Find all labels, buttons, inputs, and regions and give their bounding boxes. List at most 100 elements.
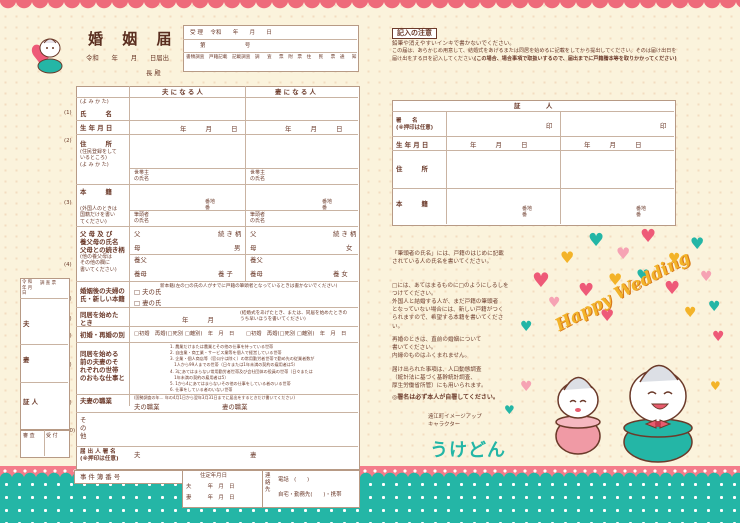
witness1-birth: 年 月 日 [470,141,528,149]
reception-date: 受 理 令和 年 月 日 [190,30,272,36]
side-note-2: □には、あてはまるものに□のようにしるしを つけてください。 外国人と結婚する人… [392,283,509,330]
wife-resident: 妻 年 月 日 [186,495,235,501]
work-items: 1. 農業だけまたは農業とその他の仕事を持っている世帯 2. 自由業・商工業・サー… [170,344,314,393]
bottom-teal-band [0,471,740,523]
wife-prev[interactable]: □初婚 再婚(□死別 □離別) 年 月 日 [246,331,346,338]
reception-number: 第 号 [200,43,251,49]
husband-prev[interactable]: □初婚 再婚(□死別 □離別) 年 月 日 [134,331,234,338]
husband-birth: 年 月 日 [180,125,238,133]
husband-mother: 母 [134,244,141,252]
husband-signature[interactable]: 夫 [134,451,140,459]
row-number: (4) [64,262,72,268]
new-name-label: 婚姻後の夫婦の 氏・新しい本籍 [80,287,125,303]
witness-title: 証 人 [514,102,553,110]
address-sub: (住民登録をして いるところ) (よ み か た) [80,149,117,168]
mascot-illustration [520,330,730,470]
heart-icon: ♥ [548,295,561,311]
row-number: (1) [64,110,72,116]
wife-adopt-daughter: 養 女 [333,270,348,278]
case-number-label: 事 件 簿 番 号 [80,473,121,481]
mascot-tagline: 遠江町イメージアップ キャラクター [428,414,482,428]
heart-icon: ♥ [560,248,575,267]
husband-rel: 続 き 柄 [218,230,242,238]
honseki-sub: (外国人のときは 国籍だけを書い てください) [80,206,117,225]
furigana-label: (よ み か た) [80,99,109,105]
wife-hittou: 筆頭者 の氏名 [250,212,266,225]
review-label: 審 査 [23,433,35,439]
new-name-options[interactable]: □ 夫の氏 □ 妻の氏 [134,287,161,309]
phone-type: 自宅・勤務先( )・携帯 [278,492,342,498]
husband-job: 夫の職業 [134,403,160,411]
form-title: 婚 姻 届 [88,30,179,48]
new-name-note: 新本籍(左の□の氏の人がすでに戸籍の筆頭者となっているときは書かないでください) [160,284,338,289]
husband-adopt-son: 養 子 [218,270,233,278]
heart-icon: ♥ [684,305,697,321]
heart-icon: ♥ [532,268,550,292]
witness1-banchi: 番地 番 [522,206,533,219]
side-note-3: 再婚のときは、直前の婚姻について 書いてください。 内縁のものはふくまれません。 [392,337,482,360]
witness-honseki-label: 本 籍 [396,200,428,208]
contact-label: 連 絡 先 [265,473,271,493]
resident-date-label: 住定年月日 [200,473,227,479]
work-item: 4. 3にあてはまらない常用勤労者世帯及び会社団体の役員の世帯（日々または [170,368,313,374]
work-item: 6. 仕事をしている者のいない世帯 [170,386,233,392]
husband-householder: 世帯主 の氏名 [134,170,150,183]
survey-header: 令 和 年 月 日 [22,280,33,296]
work-item: 1人から99人までの世帯（日々または1年未満の契約の雇用者は5） [170,362,298,368]
job-note: (国勢調査の年… 年の4月1日から翌年3月31日までに届出をするときだけ書いてく… [134,395,295,400]
witness-address-label: 住 所 [396,165,428,173]
wife-adopt-mother: 養母 [250,270,263,278]
husband-adopt-mother: 養母 [134,270,147,278]
wife-mother: 母 [250,244,257,252]
notice-line-2: この届は、あらかじめ用意して、結婚式をあげるまたは同居を始めるに記載をしてから提… [392,48,677,54]
row-number: (2) [64,138,72,144]
witness2-banchi: 番地 番 [636,206,647,219]
heart-icon: ♥ [616,244,631,263]
wife-rel: 続 き 柄 [333,230,357,238]
survey-sidebar [20,278,70,430]
heart-icon: ♥ [700,269,713,285]
parents-label: 父 母 及 び 養父母の氏名 父母との続き柄 [80,230,125,254]
husband-adopt-father: 養父 [134,256,147,264]
cohabit-value: 年 月 [182,316,214,324]
side-note-1: 「筆頭者の氏名」には、戸籍のはじめに記載 されている人の氏名を書いてください。 [392,251,504,266]
name-label: 氏 名 [80,110,112,118]
contact-box [262,470,360,508]
survey-label: 調 査 票 [40,281,56,286]
husband-father: 父 [134,230,141,238]
row-number: (3) [64,200,72,206]
witness-birth-label: 生 年 月 日 [396,141,429,149]
job-label: 夫妻の職業 [80,397,112,405]
heart-icon: ♥ [708,299,721,315]
cohabit-label: 同居を始めた とき [80,311,119,327]
notice-line-4: (この場合、場合事項で取扱いするので、届出までに戸籍謄本等を取りかかってください… [474,56,677,62]
top-scallop-border [0,0,740,16]
cohabit-note: (結婚式をあげたとき、または、同居を始めたときの うち早いほうを書いてください) [240,311,348,322]
heart-icon: ♥ [504,403,515,417]
witness-box [392,100,676,226]
honseki-label: 本 籍 [80,188,112,196]
survey-wife: 妻 [23,356,30,364]
husband-resident: 夫 年 月 日 [186,484,235,490]
phone-label: 電話 ( ) [278,477,310,483]
heart-icon: ♥ [664,278,681,299]
signature-label: 届 出 人 署 名 (※押印は任意) [80,449,119,462]
witness2-seal: 印 [660,122,667,130]
survey-husband: 夫 [23,320,30,328]
wife-header: 妻 に な る 人 [275,88,316,96]
address-label: 住 所 [80,140,112,148]
other-label: そ の 他 [80,416,87,440]
mascot-name: うけどん [430,440,506,461]
wife-daughter: 女 [346,244,353,252]
wife-job: 妻の職業 [222,403,248,411]
wife-householder: 世帯主 の氏名 [250,170,266,183]
submission-date: 令和 年 月 日届出 [86,54,170,62]
notice-title: 記入の注意 [392,28,437,39]
heart-icon: ♥ [588,230,605,251]
survey-witness: 証 人 [23,398,39,406]
prev-marriage-label: 初婚・再婚の別 [80,331,125,339]
wife-birth: 年 月 日 [285,125,343,133]
wife-signature[interactable]: 妻 [250,451,256,459]
witness1-seal: 印 [546,122,553,130]
addressee: 長 殿 [146,69,161,77]
